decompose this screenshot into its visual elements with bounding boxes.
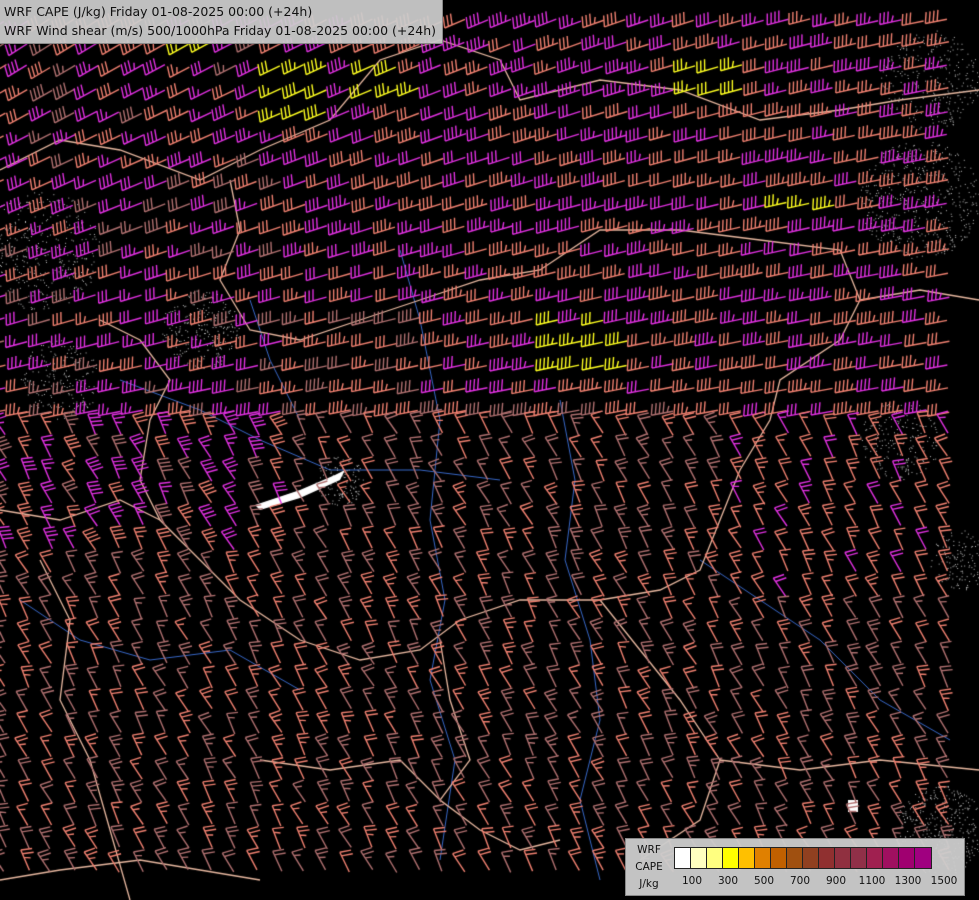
legend-swatch	[771, 848, 787, 868]
cape-legend: WRF CAPE J/kg 100 300 500 700 900 1100 1300 150…	[625, 838, 965, 896]
legend-label-field: CAPE	[635, 861, 663, 873]
legend-swatch	[691, 848, 707, 868]
legend-swatch	[883, 848, 899, 868]
legend-tick: 500	[753, 875, 775, 887]
legend-swatch	[819, 848, 835, 868]
legend-swatch	[803, 848, 819, 868]
legend-tick: 900	[825, 875, 847, 887]
legend-tick: 300	[717, 875, 739, 887]
legend-swatch	[915, 848, 931, 868]
legend-color-scale	[674, 847, 932, 869]
legend-swatch	[851, 848, 867, 868]
map-title-box: WRF CAPE (J/kg) Friday 01-08-2025 00:00 …	[0, 0, 444, 44]
legend-swatch	[739, 848, 755, 868]
legend-label-model: WRF	[637, 844, 661, 856]
legend-swatch	[835, 848, 851, 868]
legend-tick: 700	[789, 875, 811, 887]
legend-swatch	[707, 848, 723, 868]
wind-shear-map	[0, 0, 979, 900]
legend-swatch	[723, 848, 739, 868]
legend-tick: 100	[681, 875, 703, 887]
legend-label-unit: J/kg	[639, 878, 659, 890]
legend-swatch	[755, 848, 771, 868]
legend-swatch	[675, 848, 691, 868]
wind-shear-title: WRF Wind shear (m/s) 500/1000hPa Friday …	[4, 23, 437, 38]
legend-tick: 1300	[894, 875, 922, 887]
legend-tick: 1500	[930, 875, 958, 887]
legend-tick-labels: 100 300 500 700 900 1100 1300 1500	[674, 875, 964, 891]
legend-tick: 1100	[858, 875, 886, 887]
legend-swatch	[867, 848, 883, 868]
legend-swatch	[899, 848, 915, 868]
cape-title: WRF CAPE (J/kg) Friday 01-08-2025 00:00 …	[4, 4, 313, 19]
legend-swatch	[787, 848, 803, 868]
